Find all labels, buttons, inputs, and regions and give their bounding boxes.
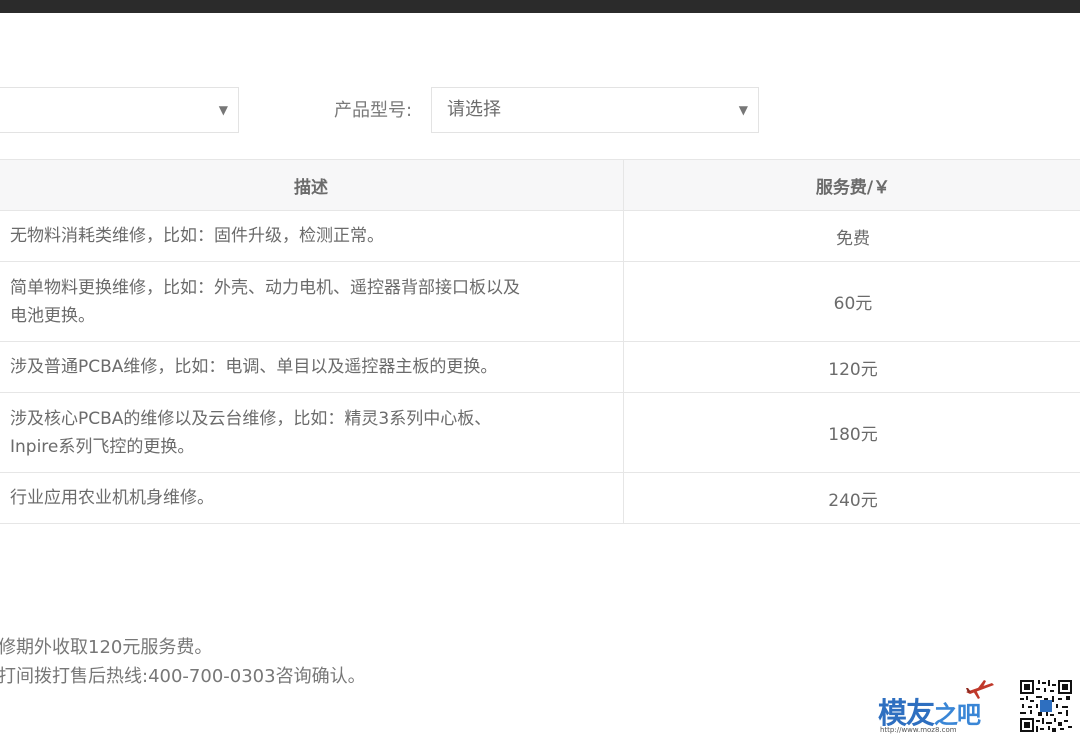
logo-url: http://www.moz8.com <box>880 726 957 734</box>
description-line: Inpire系列飞控的更换。 <box>10 436 195 457</box>
table-row: 行业应用农业机机身维修。 240元 <box>0 472 1080 524</box>
row-fee: 60元 <box>623 261 1080 342</box>
row-fee: 免费 <box>623 210 1080 262</box>
row-fee: 240元 <box>623 472 1080 524</box>
table-row: 简单物料更换维修，比如：外壳、动力电机、遥控器背部接口板以及 电池更换。 60元 <box>0 261 1080 342</box>
model-select[interactable]: 请选择 ▼ <box>431 87 759 133</box>
qr-code-icon <box>1020 680 1072 732</box>
service-fee-table: 描述 服务费/￥ 无物料消耗类维修，比如：固件升级，检测正常。 免费 简单物料更… <box>0 159 1080 524</box>
model-select-value: 请选择 <box>447 99 501 120</box>
table-row: 无物料消耗类维修，比如：固件升级，检测正常。 免费 <box>0 210 1080 262</box>
description-line: 涉及核心PCBA的维修以及云台维修，比如：精灵3系列中心板、 <box>10 408 492 429</box>
description-line: 行业应用农业机机身维修。 <box>10 488 214 508</box>
description-line: 电池更换。 <box>10 305 95 326</box>
logo-main-text: 模友 <box>878 696 935 730</box>
table-header-row: 描述 服务费/￥ <box>0 159 1080 211</box>
logo-small-text: 之吧 <box>934 701 981 729</box>
dropdown-caret-icon: ▼ <box>218 103 228 117</box>
description-line: 简单物料更换维修，比如：外壳、动力电机、遥控器背部接口板以及 <box>10 277 520 298</box>
row-description: 无物料消耗类维修，比如：固件升级，检测正常。 <box>0 210 624 262</box>
table-row: 涉及核心PCBA的维修以及云台维修，比如：精灵3系列中心板、 Inpire系列飞… <box>0 392 1080 473</box>
row-fee: 120元 <box>623 341 1080 393</box>
category-select[interactable]: ▼ <box>0 87 239 133</box>
row-description: 涉及核心PCBA的维修以及云台维修，比如：精灵3系列中心板、 Inpire系列飞… <box>0 392 624 473</box>
top-bar <box>0 0 1080 13</box>
footnote-line: 打间拨打售后热线:400-700-0303咨询确认。 <box>0 666 366 687</box>
row-description: 简单物料更换维修，比如：外壳、动力电机、遥控器背部接口板以及 电池更换。 <box>0 261 624 342</box>
description-line: 无物料消耗类维修，比如：固件升级，检测正常。 <box>10 226 384 246</box>
header-fee: 服务费/￥ <box>623 159 1080 211</box>
header-description: 描述 <box>0 159 624 211</box>
table-row: 涉及普通PCBA维修，比如：电调、单目以及遥控器主板的更换。 120元 <box>0 341 1080 393</box>
dropdown-caret-icon: ▼ <box>738 103 748 117</box>
row-description: 涉及普通PCBA维修，比如：电调、单目以及遥控器主板的更换。 <box>0 341 624 393</box>
description-line: 涉及普通PCBA维修，比如：电调、单目以及遥控器主板的更换。 <box>10 357 498 377</box>
row-fee: 180元 <box>623 392 1080 473</box>
watermark-logo: 模友之吧 http://www.moz8.com <box>878 678 996 736</box>
footnotes: 修期外收取120元服务费。 打间拨打售后热线:400-700-0303咨询确认。 <box>0 633 366 691</box>
row-description: 行业应用农业机机身维修。 <box>0 472 624 524</box>
model-label: 产品型号: <box>334 100 413 121</box>
footnote-line: 修期外收取120元服务费。 <box>0 637 213 658</box>
